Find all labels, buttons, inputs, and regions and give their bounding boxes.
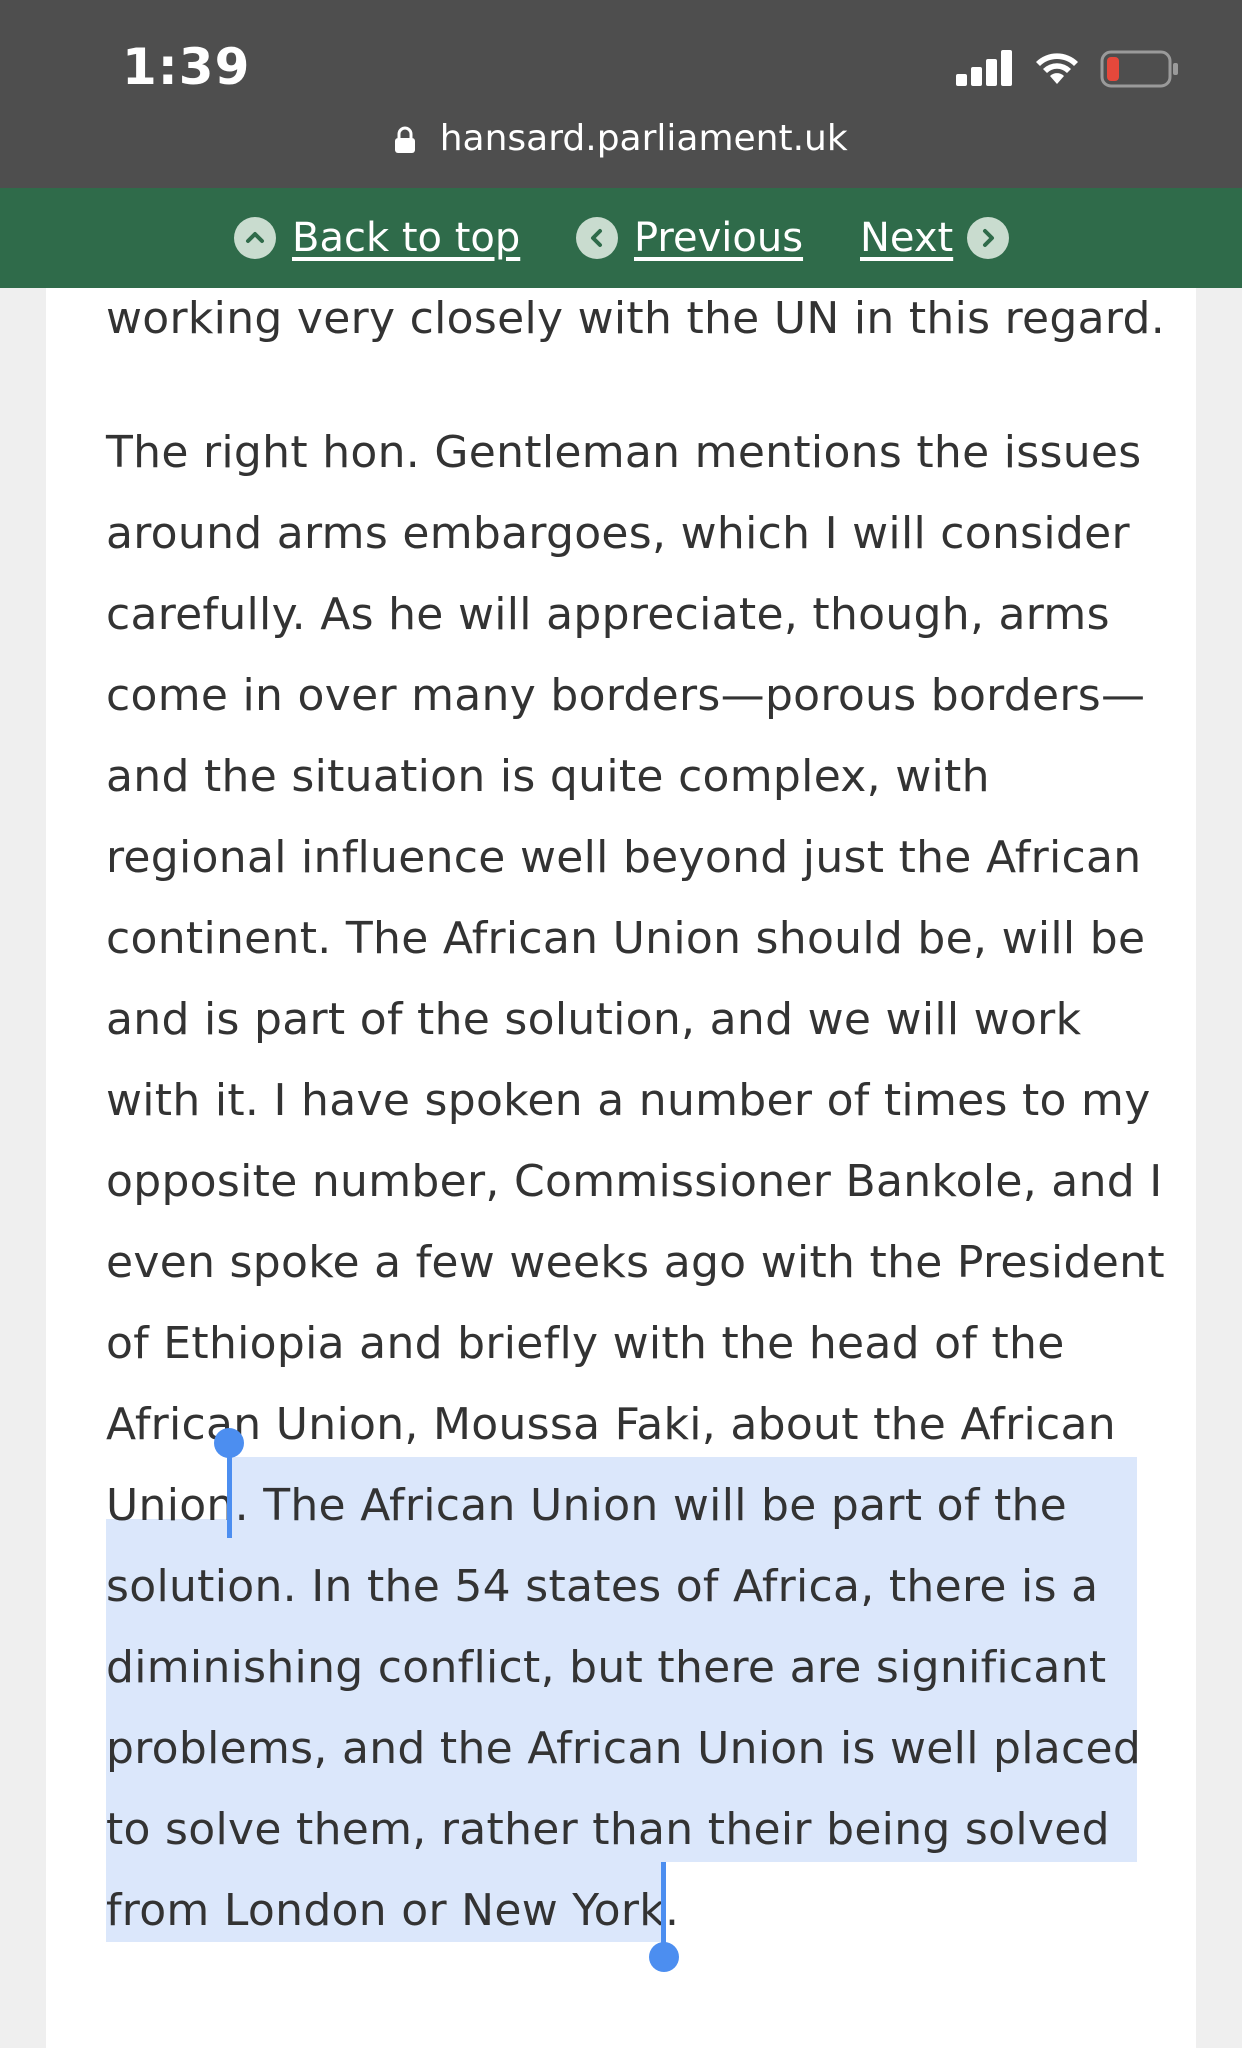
wifi-icon bbox=[1036, 53, 1078, 84]
paragraph-line: of Ethiopia and briefly with the head of… bbox=[106, 1318, 1065, 1369]
paragraph-line: African Union, Moussa Faki, about the Af… bbox=[106, 1399, 1116, 1450]
selection-start-caret[interactable] bbox=[227, 1440, 232, 1538]
previous-link[interactable]: Previous bbox=[576, 188, 803, 288]
selection-end-handle[interactable] bbox=[649, 1942, 679, 1972]
paragraph-line: to solve them, rather than their being s… bbox=[106, 1804, 1110, 1855]
chevron-up-icon bbox=[234, 217, 276, 259]
nav-bar: Back to top Previous Next bbox=[0, 188, 1242, 288]
url-text: hansard.parliament.uk bbox=[439, 118, 848, 159]
next-label: Next bbox=[860, 215, 954, 261]
paragraph-line: problems, and the African Union is well … bbox=[106, 1723, 1142, 1774]
paragraph-line: from London or New York. bbox=[106, 1885, 680, 1936]
paragraph-line: and is part of the solution, and we will… bbox=[106, 994, 1082, 1045]
status-time: 1:39 bbox=[122, 38, 251, 96]
paragraph-line: with it. I have spoken a number of times… bbox=[106, 1075, 1151, 1126]
paragraph-line: even spoke a few weeks ago with the Pres… bbox=[106, 1237, 1165, 1288]
next-link[interactable]: Next bbox=[860, 188, 1010, 288]
paragraph-line: come in over many borders—porous borders… bbox=[106, 670, 1146, 721]
paragraph-line: The right hon. Gentleman mentions the is… bbox=[106, 427, 1142, 478]
paragraph-line: and the situation is quite complex, with bbox=[106, 751, 990, 802]
back-to-top-label: Back to top bbox=[292, 215, 521, 261]
paragraph-line: continent. The African Union should be, … bbox=[106, 913, 1146, 964]
paragraph-line: opposite number, Commissioner Bankole, a… bbox=[106, 1156, 1163, 1207]
speech-paragraph: The right hon. Gentleman mentions the is… bbox=[106, 412, 1165, 1951]
chevron-right-icon bbox=[967, 217, 1010, 259]
lock-icon bbox=[395, 126, 416, 153]
paragraph-line: Union. The African Union will be part of… bbox=[106, 1480, 1068, 1531]
address-bar[interactable]: hansard.parliament.uk bbox=[0, 118, 1242, 159]
battery-low-icon bbox=[1100, 50, 1178, 88]
selection-end-caret[interactable] bbox=[661, 1862, 666, 1954]
paragraph-fragment: working very closely with the UN in this… bbox=[106, 293, 1166, 344]
back-to-top-link[interactable]: Back to top bbox=[234, 188, 520, 288]
status-bar: 1:39 hansard.parliament.uk bbox=[0, 0, 1242, 188]
previous-label: Previous bbox=[634, 215, 804, 261]
paragraph-line: diminishing conflict, but there are sign… bbox=[106, 1642, 1107, 1693]
paragraph-line: carefully. As he will appreciate, though… bbox=[106, 589, 1110, 640]
paragraph-line: regional influence well beyond just the … bbox=[106, 832, 1142, 883]
paragraph-line: solution. In the 54 states of Africa, th… bbox=[106, 1561, 1099, 1612]
paragraph-line: around arms embargoes, which I will cons… bbox=[106, 508, 1130, 559]
signal-icon bbox=[956, 50, 1014, 86]
chevron-left-icon bbox=[576, 217, 618, 259]
